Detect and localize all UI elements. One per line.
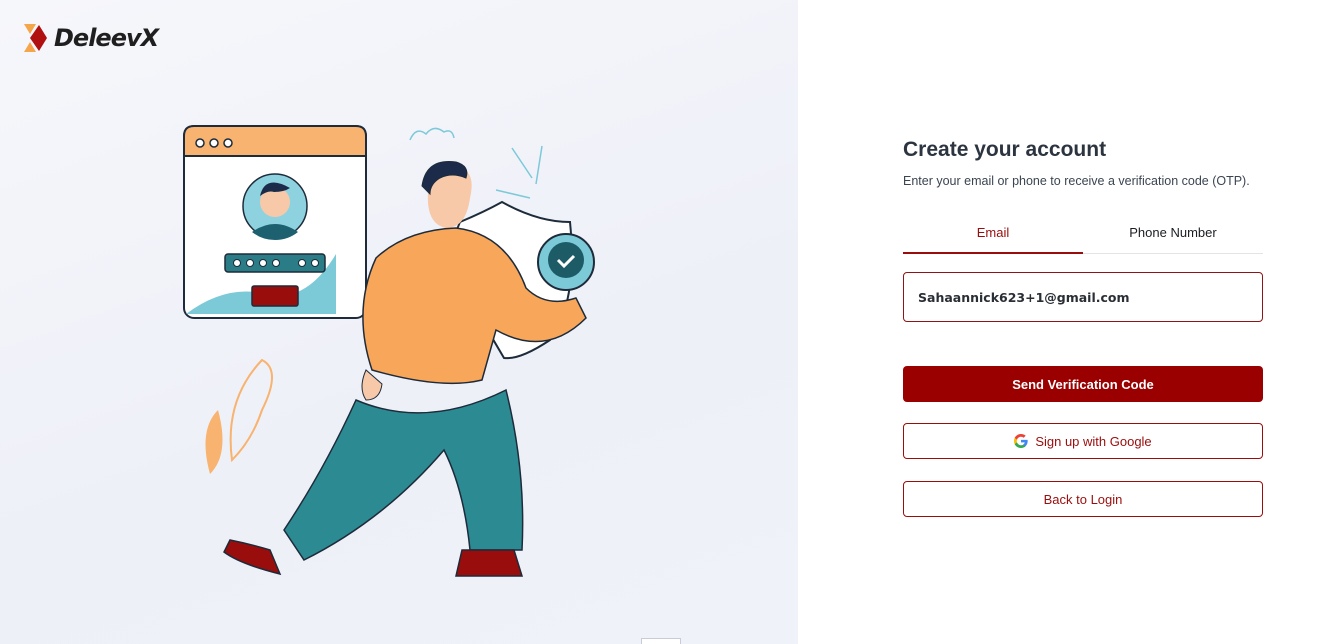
login-illustration — [183, 125, 595, 577]
back-to-login-button[interactable]: Back to Login — [903, 481, 1263, 517]
email-field[interactable] — [903, 272, 1263, 322]
deleevx-logo-icon — [24, 24, 47, 52]
brand-name: DeleevX — [54, 24, 159, 52]
page-title: Create your account — [903, 138, 1107, 161]
illustration-panel: DeleevX — [0, 0, 798, 644]
scroll-handle[interactable] — [641, 638, 681, 644]
google-signup-button[interactable]: Sign up with Google — [903, 423, 1263, 459]
signup-form: Create your account Enter your email or … — [903, 138, 1263, 517]
send-verification-code-button[interactable]: Send Verification Code — [903, 366, 1263, 402]
tab-phone-number[interactable]: Phone Number — [1083, 218, 1263, 253]
page-subtitle: Enter your email or phone to receive a v… — [903, 174, 1250, 188]
google-icon — [1014, 434, 1029, 448]
brand-logo[interactable]: DeleevX — [22, 22, 159, 54]
google-signup-label: Sign up with Google — [1035, 433, 1152, 449]
tab-email[interactable]: Email — [903, 218, 1083, 254]
contact-method-tabs: Email Phone Number — [903, 218, 1263, 254]
signup-panel: Create your account Enter your email or … — [798, 0, 1338, 644]
